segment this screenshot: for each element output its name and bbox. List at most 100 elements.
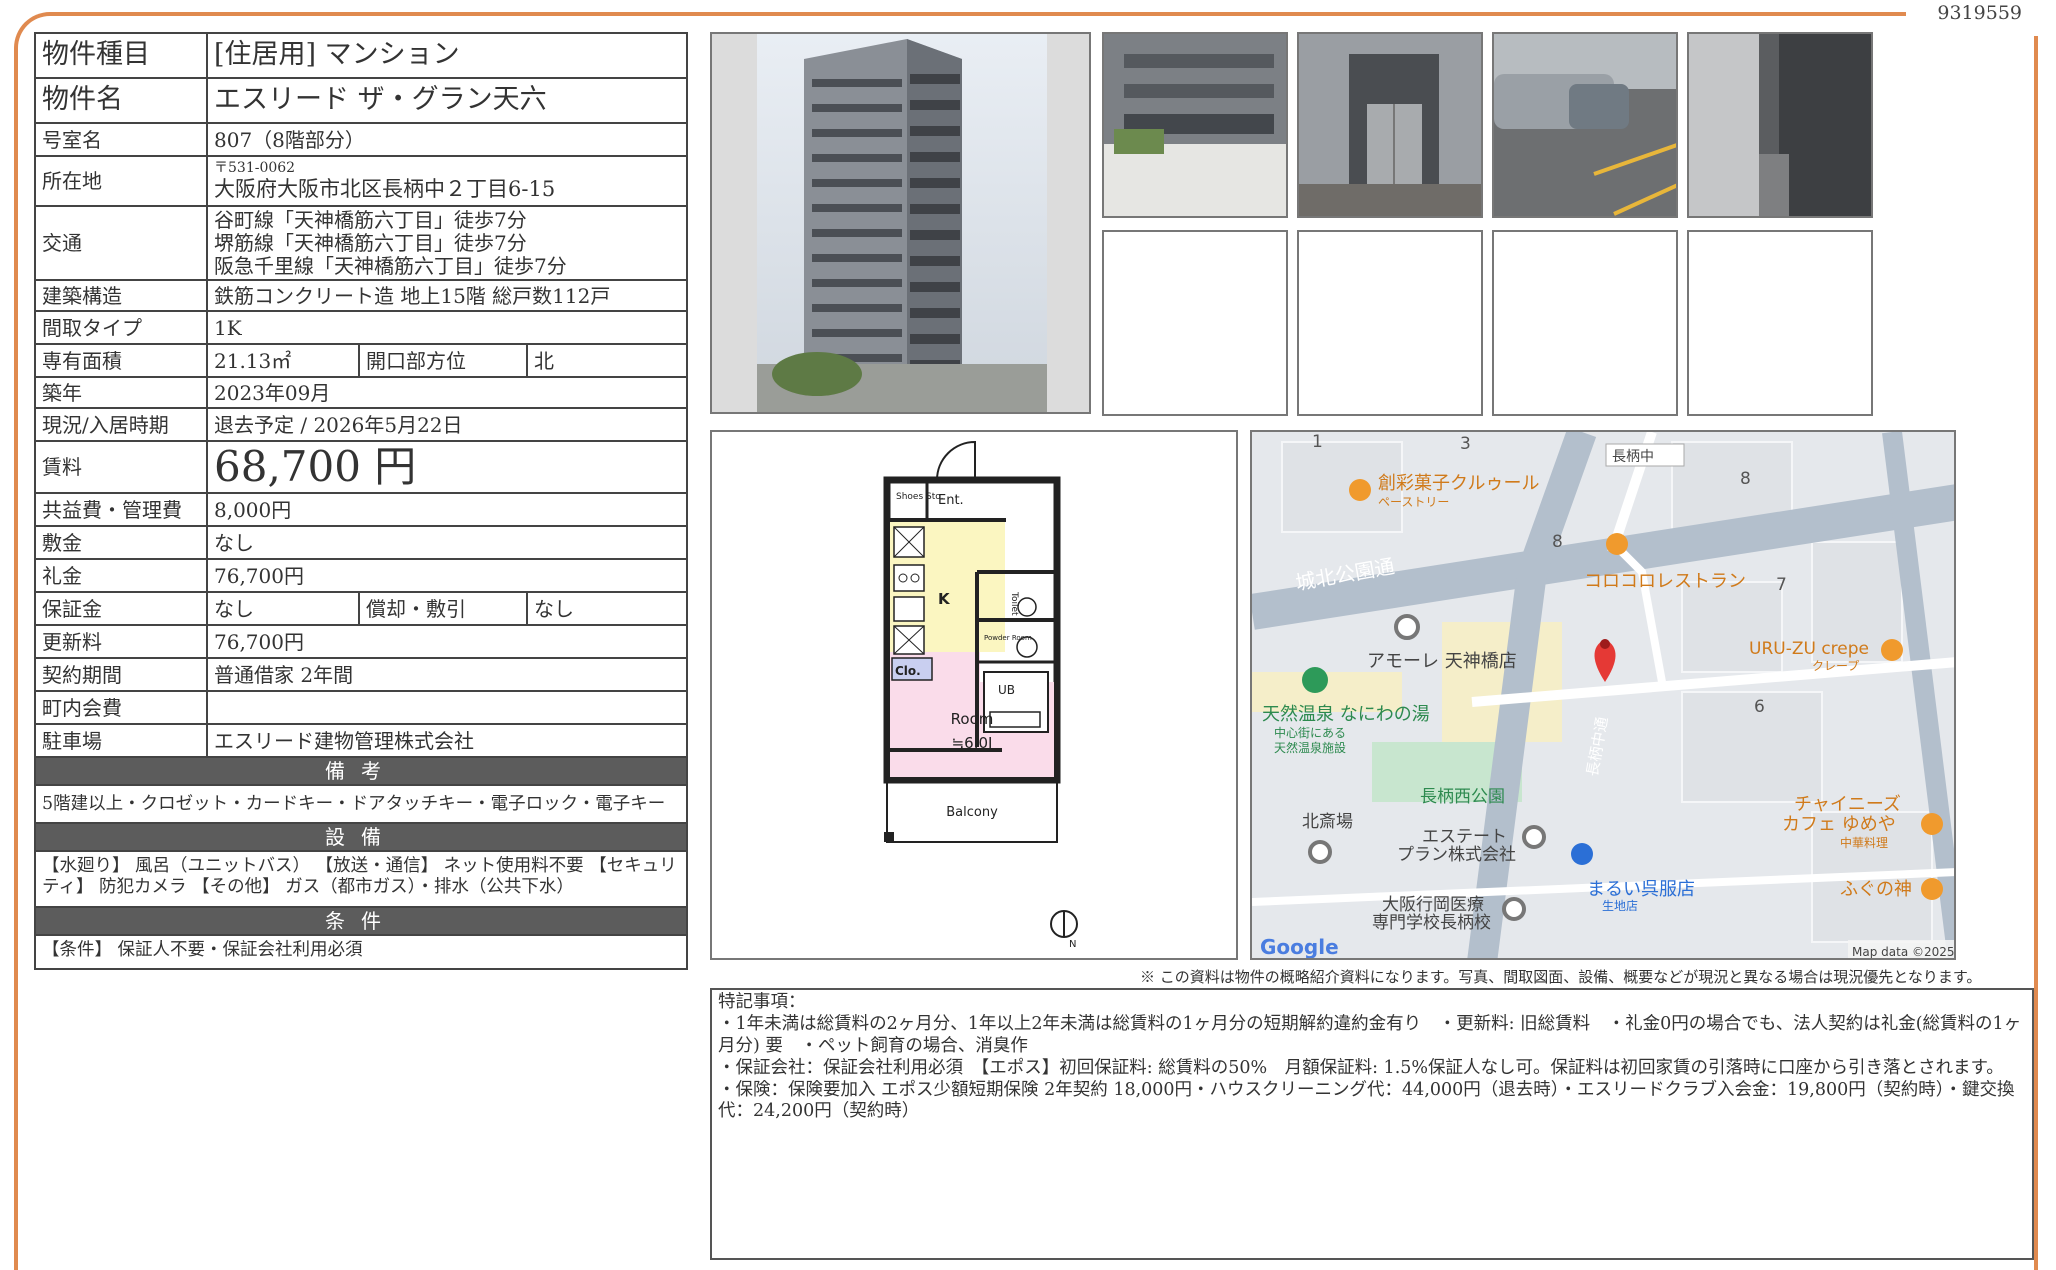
setsubi-text: 【水廻り】 風呂（ユニットバス） 【放送・通信】 ネット使用料不要 【セキュリテ…: [33, 850, 689, 909]
label-structure: 建築構造: [34, 279, 208, 312]
fp-label-shoes: Shoes Sto.: [896, 492, 943, 502]
map-poi-sousai-sub: ペーストリー: [1378, 495, 1449, 509]
value-contract: 普通借家 2年間: [205, 657, 689, 693]
fp-label-ent: Ent.: [938, 493, 964, 508]
restaurant-pin-icon[interactable]: [1921, 878, 1943, 900]
cafe-pin-icon[interactable]: [1881, 639, 1903, 661]
restaurant-pin-icon[interactable]: [1606, 533, 1628, 555]
fp-label-room-size: ≒6.0J: [952, 734, 993, 752]
value-rent: 68,700 円: [205, 439, 689, 495]
map-data-credit: Map data ©2025: [1852, 945, 1955, 959]
label-guarantee: 保証金: [34, 591, 208, 627]
label-renewal: 更新料: [34, 624, 208, 660]
school-pin-icon[interactable]: [1502, 897, 1526, 921]
building-image: [712, 34, 1089, 412]
label-access: 交通: [34, 205, 208, 281]
label-amortization: 償却・敷引: [358, 591, 528, 627]
label-deposit: 敷金: [34, 525, 208, 561]
value-built: 2023年09月: [205, 376, 689, 409]
shop-pin-icon[interactable]: [1394, 614, 1420, 640]
value-area: 21.13㎡: [206, 343, 360, 378]
photo-slot-empty: [1297, 230, 1483, 416]
place-pin-icon[interactable]: [1308, 840, 1332, 864]
shopping-pin-icon[interactable]: [1571, 843, 1593, 865]
map-poi-chinese2: カフェ ゆめや: [1782, 814, 1896, 835]
biko-text: 5階建以上・クロゼット・カードキー・ドアタッチキー・電子ロック・電子キー: [33, 784, 689, 825]
value-parking: エスリード建物管理株式会社: [205, 723, 689, 759]
remarks-line: ・保険：保険要加入 エポス少額短期保険 2年契約 18,000円・ハウスクリーニ…: [718, 1079, 2015, 1122]
map-poi-estate1: エステート: [1422, 827, 1507, 847]
fp-label-ub: UB: [998, 683, 1015, 697]
fp-label-kitchen: K: [938, 590, 951, 608]
office-pin-icon[interactable]: [1522, 825, 1546, 849]
map-station-label: 長柄中: [1612, 449, 1654, 465]
location-map[interactable]: 1 3 8 8 7 6 長柄中 創彩菓子クルゥール ペーストリー 城北公園通 コ…: [1250, 430, 1956, 960]
value-keymoney: 76,700円: [205, 558, 689, 594]
postal-code: 〒531-0062: [214, 160, 296, 176]
value-deposit: なし: [205, 525, 689, 561]
map-block-number: 8: [1740, 469, 1751, 489]
value-guarantee: なし: [206, 591, 360, 627]
entrance-image: [1104, 34, 1286, 216]
fp-label-room: Room: [951, 710, 994, 728]
map-block-number: 6: [1754, 697, 1765, 717]
mailbox-image: [1689, 34, 1871, 216]
value-layout: 1K: [205, 310, 689, 345]
map-poi-school2: 専門学校長柄校: [1372, 913, 1491, 933]
photo-slot-empty: [1102, 230, 1288, 416]
restaurant-pin-icon[interactable]: [1349, 479, 1371, 501]
remarks-line: ・保証会社：保証会社利用必須 【エポス】初回保証料: 総賃料の50% 月額保証料…: [718, 1057, 2004, 1078]
map-poi-korokoro: コロコロレストラン: [1584, 571, 1746, 592]
value-address: 〒531-0062 大阪府大阪市北区長柄中２丁目6-15: [205, 155, 689, 207]
value-fee: 8,000円: [205, 492, 689, 528]
map-poi-fugu: ふぐの神: [1840, 879, 1912, 900]
label-layout: 間取タイプ: [34, 310, 208, 345]
map-drawing: 1 3 8 8 7 6 長柄中 創彩菓子クルゥール ペーストリー 城北公園通 コ…: [1252, 432, 1955, 959]
fp-label-closet: Clo.: [895, 664, 921, 678]
label-type: 物件種目: [34, 32, 208, 79]
map-poi-chinese1: チャイニーズ: [1794, 794, 1901, 815]
label-built: 築年: [34, 376, 208, 409]
label-address: 所在地: [34, 155, 208, 207]
value-amortization: なし: [525, 591, 689, 627]
label-name: 物件名: [34, 77, 208, 124]
building-photo: [710, 32, 1091, 414]
restaurant-pin-icon[interactable]: [1921, 813, 1943, 835]
setsubi-header: 設備: [33, 822, 689, 853]
address-text: 大阪府大阪市北区長柄中２丁目6-15: [214, 176, 556, 201]
photo-slot-empty: [1492, 230, 1678, 416]
label-contract: 契約期間: [34, 657, 208, 693]
map-poi-uruzu-sub: クレープ: [1812, 659, 1859, 673]
parking-photo: [1492, 32, 1678, 218]
map-poi-kitasaiba: 北斎場: [1302, 812, 1353, 832]
label-fee: 共益費・管理費: [34, 492, 208, 528]
fp-label-balcony: Balcony: [946, 805, 998, 820]
map-poi-onsen-sub2: 天然温泉施設: [1274, 740, 1346, 755]
label-status: 現況/入居時期: [34, 407, 208, 442]
map-block-number: 8: [1552, 532, 1563, 552]
disclaimer: ※ この資料は物件の概略紹介資料になります。写真、間取図面、設備、概要などが現況…: [1140, 968, 1982, 986]
property-info-table: 物件種目 [住居用] マンション 物件名 エスリード ザ・グラン天六 号室名 8…: [33, 32, 689, 971]
remarks-line: ・1年未満は総賃料の2ヶ月分、1年以上2年未満は総賃料の1ヶ月分の短期解約違約金…: [718, 1013, 2022, 1056]
map-poi-amore: アモーレ 天神橋店: [1367, 651, 1517, 672]
google-logo: Google: [1260, 935, 1339, 959]
photo-slot-empty: [1687, 230, 1873, 416]
value-room: 807（8階部分）: [205, 122, 689, 157]
entrance-photo: [1102, 32, 1288, 218]
value-type: [住居用] マンション: [205, 32, 689, 79]
value-orientation: 北: [525, 343, 689, 378]
value-structure: 鉄筋コンクリート造 地上15階 総戸数112戸: [205, 279, 689, 312]
label-rent: 賃料: [34, 439, 208, 495]
label-orientation: 開口部方位: [358, 343, 528, 378]
map-block-number: 3: [1460, 434, 1471, 454]
label-parking: 駐車場: [34, 723, 208, 759]
biko-header: 備考: [33, 756, 689, 787]
map-poi-marui: まるい呉服店: [1587, 879, 1695, 900]
reference-number: 9319559: [1937, 2, 2022, 24]
value-name: エスリード ザ・グラン天六: [205, 77, 689, 124]
onsen-pin-icon[interactable]: [1302, 667, 1328, 693]
joken-header: 条件: [33, 906, 689, 937]
elevator-image: [1299, 34, 1481, 216]
label-area: 専有面積: [34, 343, 208, 378]
fp-label-powder: Powder Room: [984, 634, 1032, 642]
